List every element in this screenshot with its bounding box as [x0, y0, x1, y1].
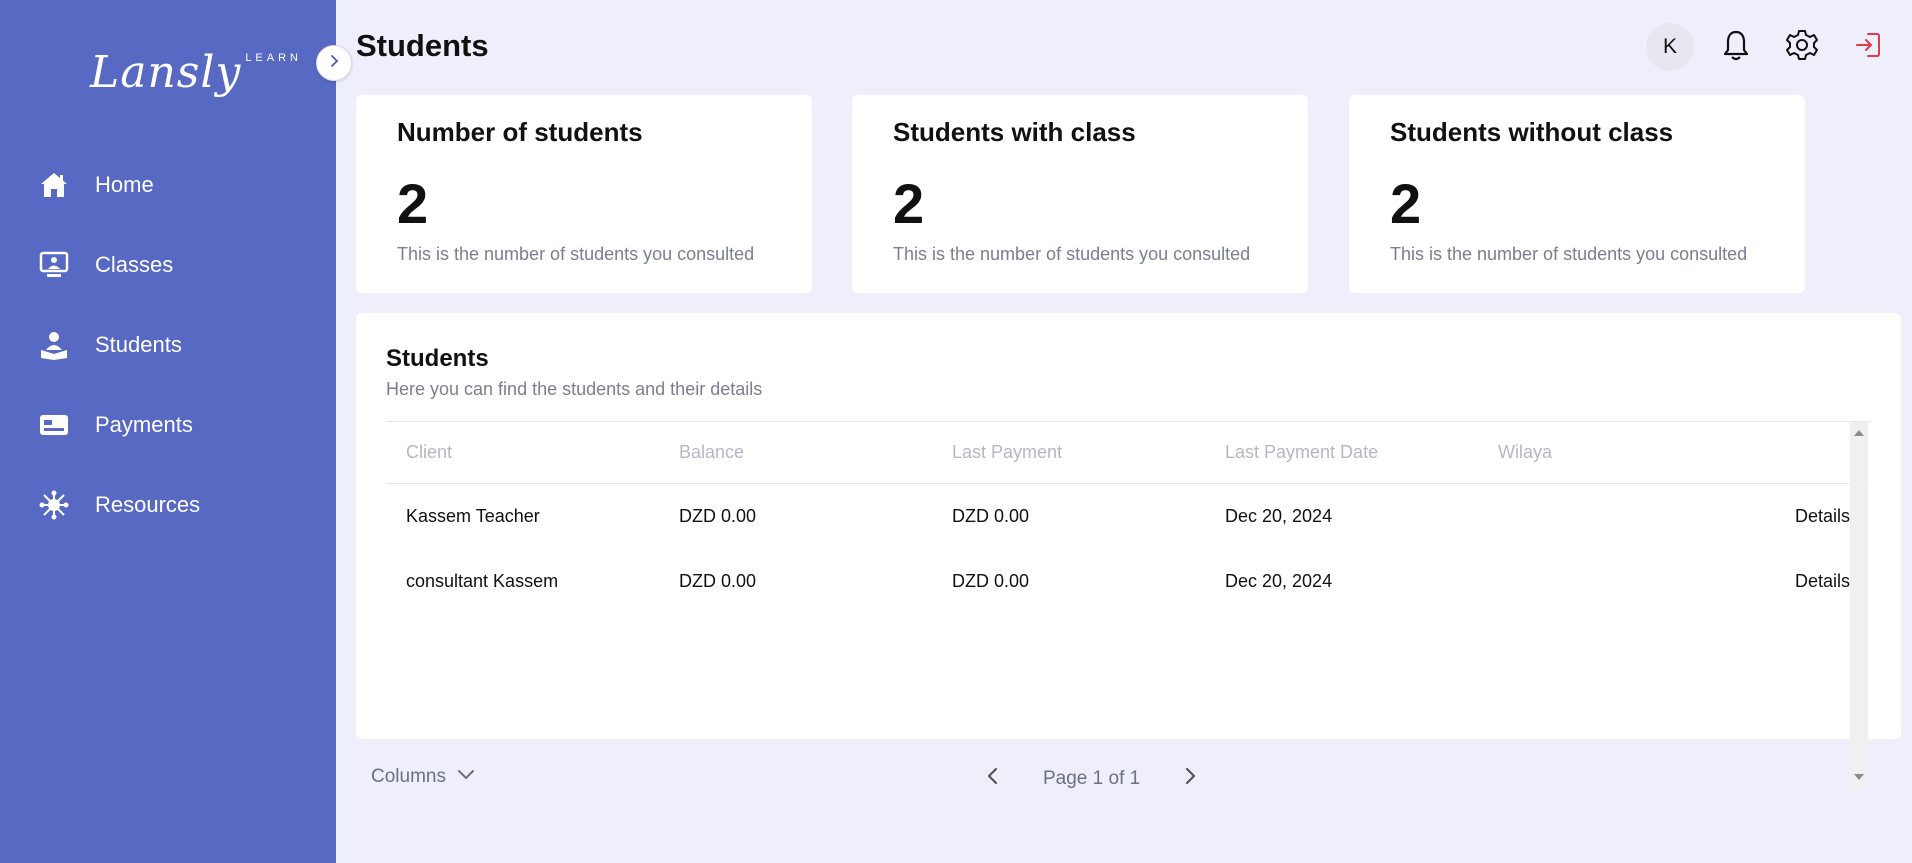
stat-card-students-without-class: Students without class 2 This is the num… [1349, 95, 1805, 293]
cell-last-payment-date: Dec 20, 2024 [1225, 506, 1333, 526]
sidebar-item-resources[interactable]: Resources [0, 465, 336, 545]
stat-card-total-students: Number of students 2 This is the number … [356, 95, 812, 293]
sidebar-item-label: Home [95, 172, 154, 197]
sidebar: Lansly LEARN Home Classes Students Payme… [0, 0, 336, 863]
previous-page-button[interactable] [978, 764, 1008, 794]
table-header: Client Balance Last Payment Last Payment… [386, 422, 1870, 484]
stat-title: Number of students [397, 117, 643, 147]
resources-icon [38, 489, 70, 521]
header-actions: K [1646, 23, 1892, 71]
cell-last-payment-date: Dec 20, 2024 [1225, 571, 1333, 591]
stat-card-students-with-class: Students with class 2 This is the number… [852, 95, 1308, 293]
next-page-button[interactable] [1175, 764, 1205, 794]
chevron-down-icon [456, 766, 476, 788]
sidebar-item-label: Classes [95, 252, 174, 277]
sidebar-nav: Home Classes Students Payments Resources [0, 145, 336, 545]
column-header-client[interactable]: Client [406, 442, 679, 463]
sidebar-item-classes[interactable]: Classes [0, 225, 336, 305]
page-title: Students [356, 28, 489, 63]
column-header-wilaya[interactable]: Wilaya [1498, 442, 1771, 463]
scroll-down-icon[interactable] [1854, 774, 1864, 780]
gear-icon [1786, 29, 1818, 66]
stat-description: This is the number of students you consu… [397, 244, 755, 264]
students-panel: Students Here you can find the students … [356, 313, 1901, 739]
cell-last-payment: DZD 0.00 [952, 571, 1030, 591]
stat-value: 2 [397, 172, 429, 235]
logo-text: Lansly [90, 47, 242, 98]
logout-icon [1854, 31, 1882, 64]
chevron-right-icon [1183, 766, 1197, 792]
logo: Lansly LEARN [90, 44, 302, 102]
table-row: consultant Kassem DZD 0.00 DZD 0.00 Dec … [386, 549, 1870, 614]
sidebar-item-label: Resources [95, 492, 201, 517]
students-table: Client Balance Last Payment Last Payment… [386, 421, 1870, 614]
stat-title: Students without class [1390, 117, 1674, 147]
classroom-icon [38, 249, 70, 281]
sidebar-item-payments[interactable]: Payments [0, 385, 336, 465]
cell-last-payment: DZD 0.00 [952, 506, 1030, 526]
cell-balance: DZD 0.00 [679, 571, 757, 591]
column-header-balance[interactable]: Balance [679, 442, 952, 463]
stat-description: This is the number of students you consu… [893, 244, 1251, 264]
student-icon [38, 329, 70, 361]
columns-label: Columns [371, 766, 446, 787]
stat-value: 2 [1390, 172, 1422, 235]
column-header-last-payment-date[interactable]: Last Payment Date [1225, 442, 1498, 463]
stat-description: This is the number of students you consu… [1390, 244, 1748, 264]
sidebar-item-label: Payments [95, 412, 193, 437]
panel-title: Students [386, 345, 489, 372]
payment-card-icon [38, 409, 70, 441]
cell-balance: DZD 0.00 [679, 506, 757, 526]
cell-client: Kassem Teacher [406, 506, 540, 526]
chevron-right-icon [327, 54, 341, 73]
table-row: Kassem Teacher DZD 0.00 DZD 0.00 Dec 20,… [386, 484, 1870, 549]
table-scrollbar[interactable] [1850, 422, 1868, 788]
sidebar-item-label: Students [95, 332, 182, 357]
column-header-last-payment[interactable]: Last Payment [952, 442, 1225, 463]
bell-icon [1721, 29, 1751, 66]
sidebar-item-home[interactable]: Home [0, 145, 336, 225]
columns-dropdown[interactable]: Columns [371, 766, 476, 788]
page-indicator: Page 1 of 1 [1043, 768, 1141, 789]
logout-button[interactable] [1844, 23, 1892, 71]
settings-button[interactable] [1778, 23, 1826, 71]
pagination: Page 1 of 1 [978, 764, 1205, 794]
home-icon [38, 169, 70, 201]
chevron-left-icon [986, 766, 1000, 792]
stat-title: Students with class [893, 117, 1136, 147]
stat-value: 2 [893, 172, 925, 235]
scroll-up-icon[interactable] [1854, 430, 1864, 436]
avatar[interactable]: K [1646, 23, 1694, 71]
details-link[interactable]: Details [1795, 571, 1850, 592]
details-link[interactable]: Details [1795, 506, 1850, 527]
notifications-button[interactable] [1712, 23, 1760, 71]
sidebar-item-students[interactable]: Students [0, 305, 336, 385]
panel-subtitle: Here you can find the students and their… [386, 379, 763, 399]
sidebar-toggle-button[interactable] [316, 45, 352, 81]
cell-client: consultant Kassem [406, 571, 559, 591]
logo-subtext: LEARN [245, 52, 302, 64]
